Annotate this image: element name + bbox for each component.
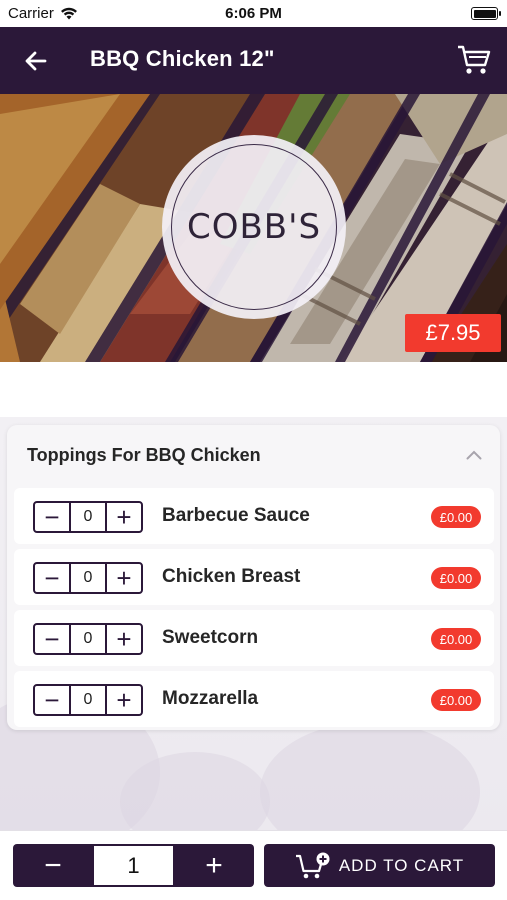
increment-button[interactable]: + xyxy=(107,686,141,714)
decrement-button[interactable]: − xyxy=(35,564,69,592)
back-arrow-icon xyxy=(25,51,47,71)
add-to-cart-label: ADD TO CART xyxy=(338,855,465,875)
bottom-action-bar: − 1 + ADD TO CART xyxy=(0,830,507,900)
quantity-stepper: − 0 + xyxy=(33,623,143,655)
topping-name: Chicken Breast xyxy=(162,566,301,587)
quantity-decrement-button[interactable]: − xyxy=(13,844,93,887)
topping-price-badge: £0.00 xyxy=(431,628,481,650)
logo-text: COBB'S xyxy=(186,207,322,247)
topping-quantity: 0 xyxy=(69,686,107,714)
battery-icon xyxy=(471,7,501,20)
brand-logo: COBB'S xyxy=(162,135,346,319)
decrement-button[interactable]: − xyxy=(35,686,69,714)
topping-price-badge: £0.00 xyxy=(431,506,481,528)
status-bar: Carrier 6:06 PM xyxy=(0,0,507,27)
clock: 6:06 PM xyxy=(225,5,282,22)
cart-icon xyxy=(458,45,491,74)
topping-row-mozzarella: − 0 + Mozzarella £0.00 xyxy=(14,671,494,727)
add-to-cart-icon xyxy=(295,852,330,878)
topping-price-badge: £0.00 xyxy=(431,689,481,711)
topping-name: Barbecue Sauce xyxy=(162,505,310,526)
toppings-title: Toppings For BBQ Chicken xyxy=(27,445,261,465)
nav-header: BBQ Chicken 12" xyxy=(0,27,507,94)
product-quantity-value[interactable]: 1 xyxy=(94,846,173,885)
quantity-stepper: − 0 + xyxy=(33,562,143,594)
topping-row-chicken-breast: − 0 + Chicken Breast £0.00 xyxy=(14,549,494,605)
logo-ring: COBB'S xyxy=(171,144,337,310)
quantity-increment-button[interactable]: + xyxy=(174,844,254,887)
topping-quantity: 0 xyxy=(69,625,107,653)
increment-button[interactable]: + xyxy=(107,503,141,531)
product-price-badge: £7.95 xyxy=(405,314,501,352)
increment-button[interactable]: + xyxy=(107,564,141,592)
topping-name: Sweetcorn xyxy=(162,627,259,648)
chevron-up-icon xyxy=(466,450,482,460)
topping-row-barbecue-sauce: − 0 + Barbecue Sauce £0.00 xyxy=(14,488,494,544)
increment-button[interactable]: + xyxy=(107,625,141,653)
product-quantity-stepper: − 1 + xyxy=(13,844,254,887)
decrement-button[interactable]: − xyxy=(35,625,69,653)
toppings-panel-header[interactable]: Toppings For BBQ Chicken xyxy=(7,425,500,485)
add-to-cart-button[interactable]: ADD TO CART xyxy=(264,844,495,887)
page-title: BBQ Chicken 12" xyxy=(90,46,275,71)
collapse-toggle[interactable] xyxy=(464,445,484,465)
topping-quantity: 0 xyxy=(69,564,107,592)
topping-price-badge: £0.00 xyxy=(431,567,481,589)
topping-row-sweetcorn: − 0 + Sweetcorn £0.00 xyxy=(14,610,494,666)
toppings-panel: Toppings For BBQ Chicken − 0 + Barbecue … xyxy=(7,425,500,730)
quantity-stepper: − 0 + xyxy=(33,684,143,716)
back-button[interactable] xyxy=(20,45,52,77)
decrement-button[interactable]: − xyxy=(35,503,69,531)
topping-name: Mozzarella xyxy=(162,688,259,709)
quantity-stepper: − 0 + xyxy=(33,501,143,533)
topping-quantity: 0 xyxy=(69,503,107,531)
cart-button[interactable] xyxy=(455,41,493,79)
